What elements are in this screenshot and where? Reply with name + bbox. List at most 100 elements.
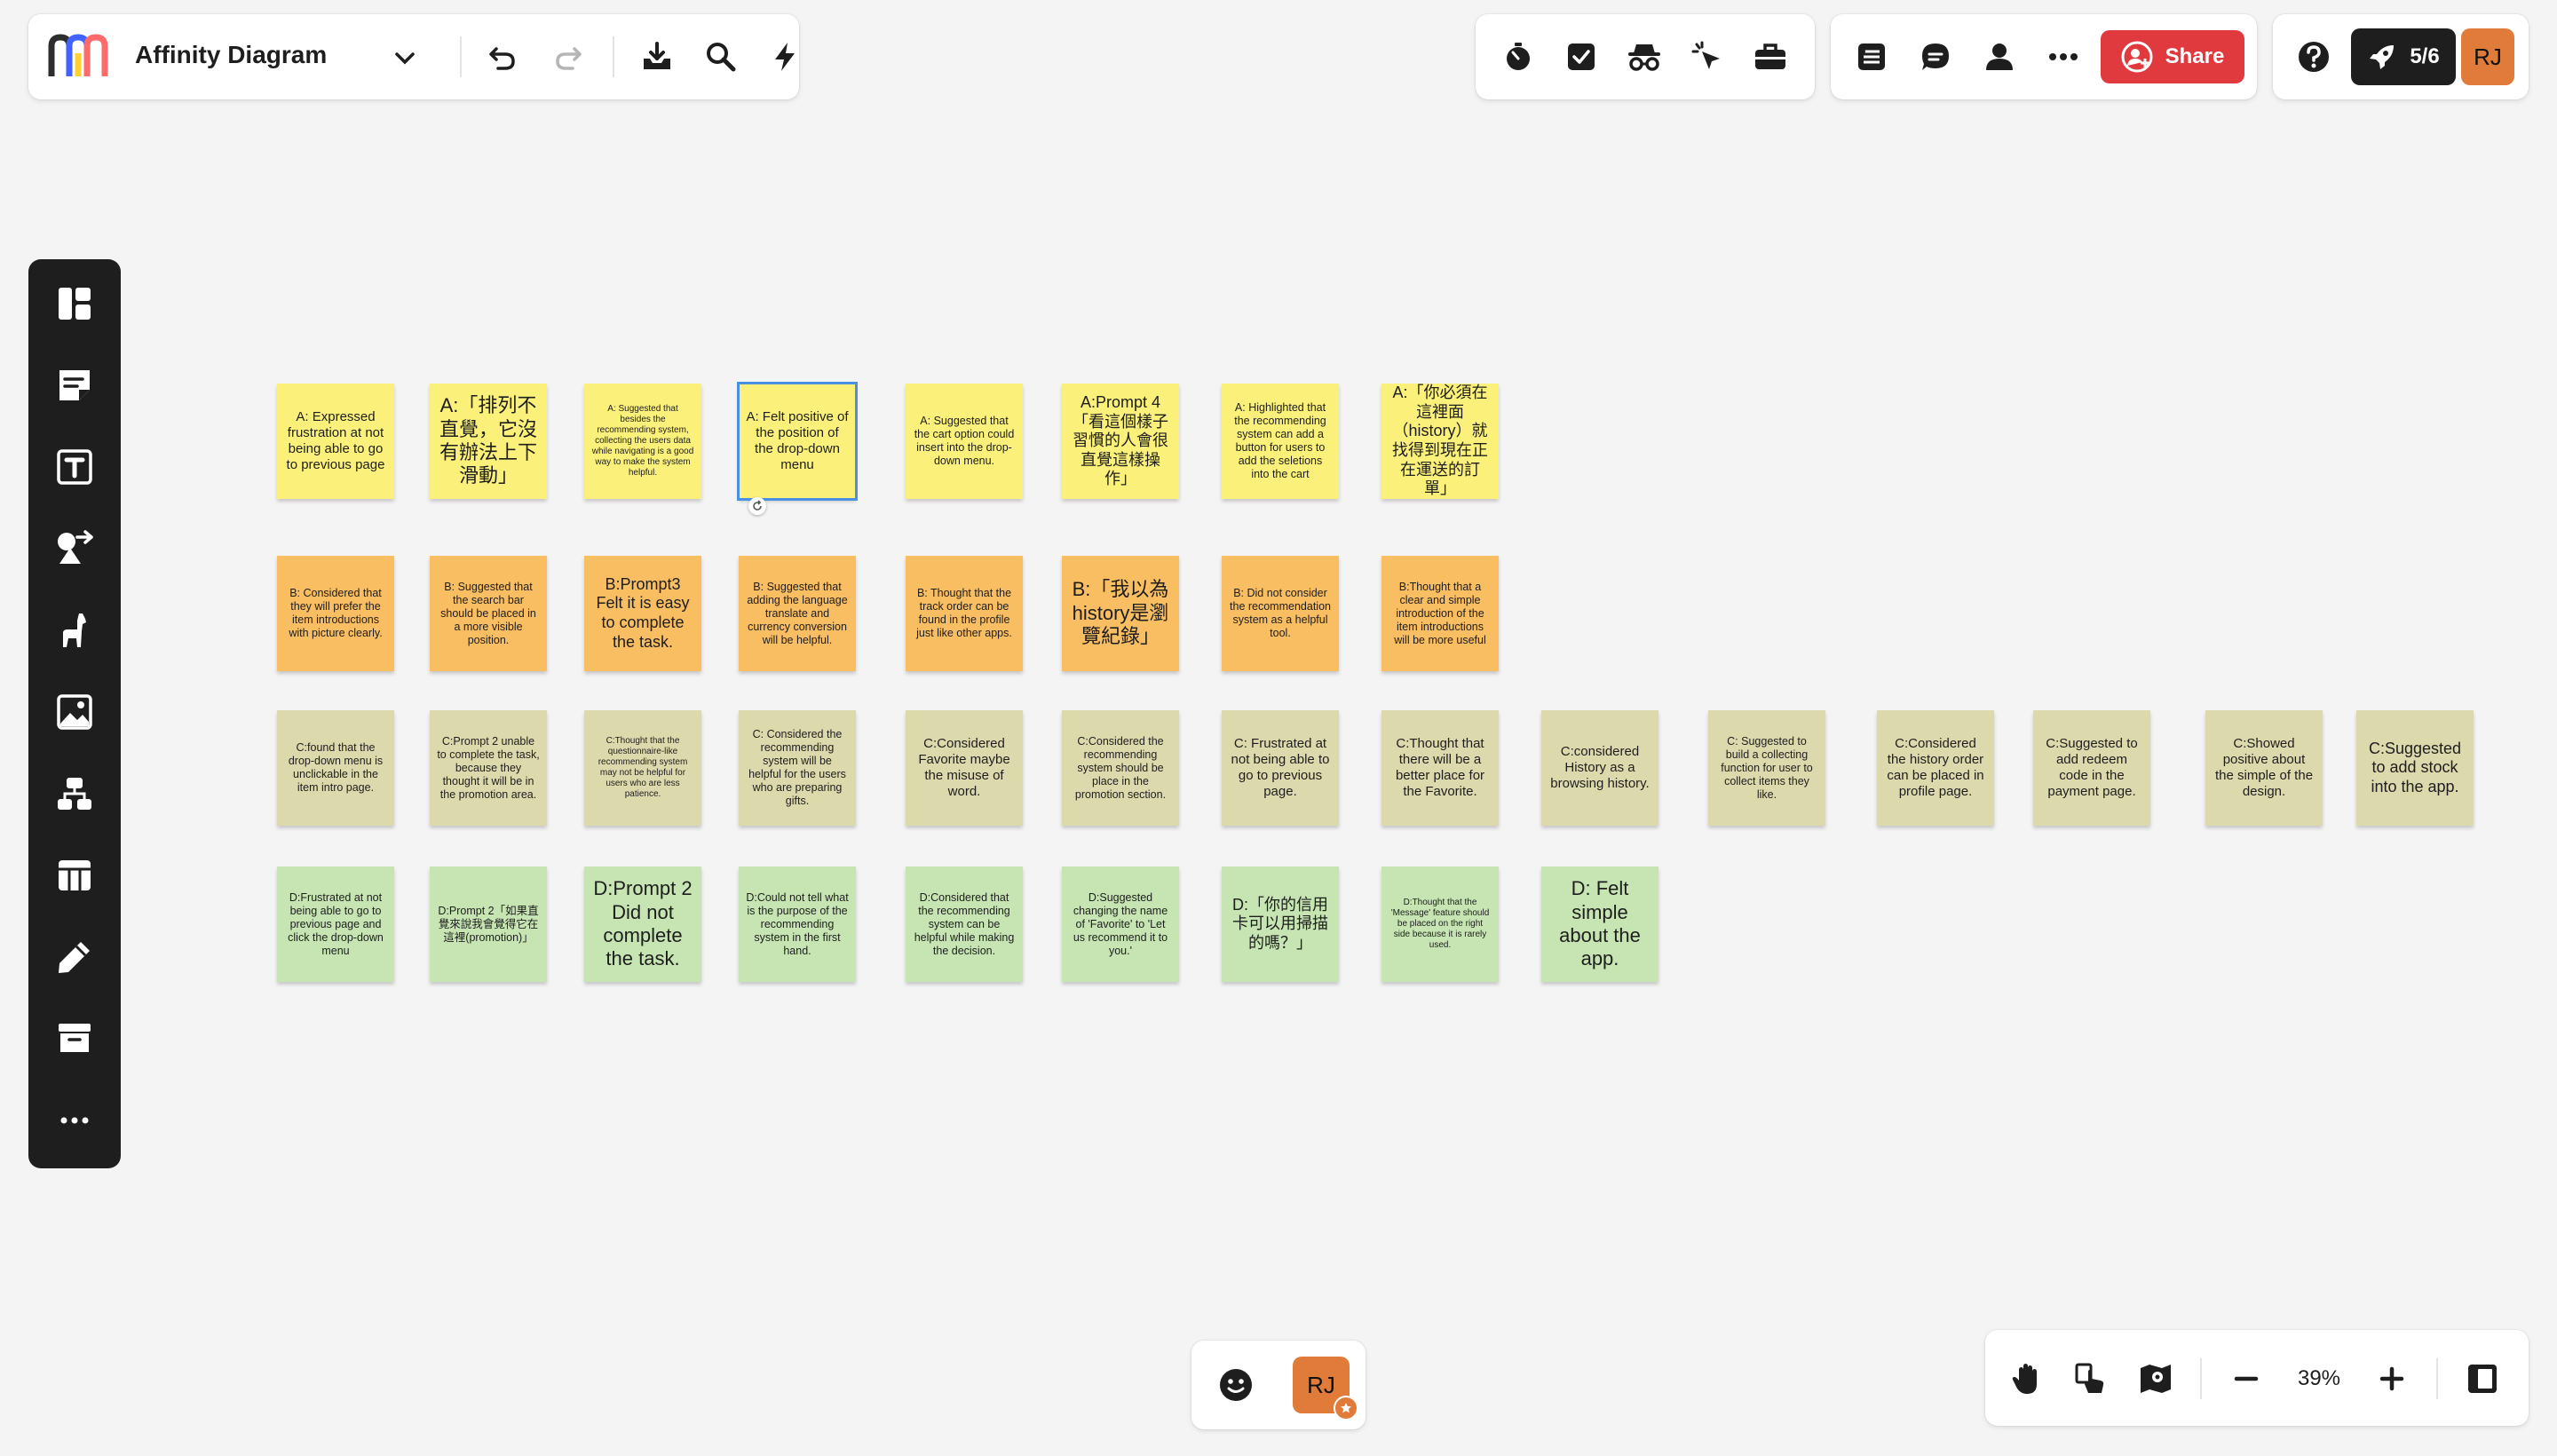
sticky-note[interactable]: A:「排列不直覺，它沒有辦法上下滑動」	[430, 384, 547, 499]
note-text: A: Felt positive of the position of the …	[746, 409, 849, 472]
redo-icon[interactable]	[549, 37, 588, 76]
reaction-smile-icon[interactable]	[1216, 1365, 1255, 1405]
note-text: C:Thought that the questionnaire-like re…	[598, 736, 688, 799]
note-text: B: Considered that they will prefer the …	[289, 587, 383, 639]
launch-counter: 5/6	[2410, 44, 2440, 68]
zoom-level[interactable]: 39%	[2291, 1366, 2347, 1391]
comments-icon[interactable]	[1916, 37, 1955, 76]
llama-icon[interactable]	[53, 609, 96, 652]
sticky-note[interactable]: D:Prompt 2 Did not complete the task.	[584, 866, 701, 982]
sticky-note[interactable]: C:Prompt 2 unable to complete the task, …	[430, 710, 547, 826]
sticky-note[interactable]: C:Considered Favorite maybe the misuse o…	[906, 710, 1023, 826]
private-mode-icon[interactable]	[1625, 37, 1664, 76]
sticky-note[interactable]: D:Thought that the 'Message' feature sho…	[1381, 866, 1499, 982]
mind-map-icon[interactable]	[53, 772, 96, 815]
sticky-note[interactable]: B:「我以為history是瀏覽紀錄」	[1062, 556, 1179, 671]
sticky-note[interactable]: A: Expressed frustration at not being ab…	[277, 384, 394, 499]
chevron-down-icon[interactable]	[394, 51, 416, 66]
sticky-note-selected[interactable]: A: Felt positive of the position of the …	[737, 382, 858, 501]
panel-toggle-icon[interactable]	[2463, 1359, 2502, 1398]
voting-icon[interactable]	[1562, 37, 1601, 76]
sticky-note[interactable]: C:Thought that the questionnaire-like re…	[584, 710, 701, 826]
note-text: B: Suggested that the search bar should …	[440, 580, 536, 646]
board-list-icon[interactable]	[1852, 37, 1891, 76]
sticky-note[interactable]: A: Suggested that besides the recommendi…	[584, 384, 701, 499]
sticky-note[interactable]: D:Suggested changing the name of 'Favori…	[1062, 866, 1179, 982]
undo-icon[interactable]	[483, 37, 522, 76]
share-button[interactable]: Share	[2101, 30, 2244, 83]
sticky-note[interactable]: D:Considered that the recommending syste…	[906, 866, 1023, 982]
rotate-handle-icon[interactable]	[748, 497, 766, 515]
export-icon[interactable]	[637, 37, 677, 76]
note-text: C:Showed positive about the simple of th…	[2214, 736, 2314, 799]
sticky-note[interactable]: B: Did not consider the recommendation s…	[1222, 556, 1339, 671]
launch-button[interactable]: 5/6	[2351, 28, 2456, 85]
help-icon[interactable]	[2294, 37, 2333, 76]
pen-icon[interactable]	[53, 936, 96, 978]
sticky-note[interactable]: D:Could not tell what is the purpose of …	[739, 866, 856, 982]
toolkit-icon[interactable]	[1751, 37, 1790, 76]
attention-cursor-icon[interactable]	[1688, 37, 1727, 76]
note-text: B:Prompt3 Felt it is easy to complete th…	[596, 574, 690, 651]
note-text: B:Thought that a clear and simple introd…	[1394, 580, 1486, 646]
user-icon[interactable]	[1980, 37, 2019, 76]
sticky-note[interactable]: D:「你的信用卡可以用掃描的嗎？」	[1222, 866, 1339, 982]
sticky-note[interactable]: B:Thought that a clear and simple introd…	[1381, 556, 1499, 671]
sticky-note[interactable]: D:Prompt 2「如果直覺來說我會覺得它在這裡(promotion)」	[430, 866, 547, 982]
sticky-note[interactable]: C:found that the drop-down menu is uncli…	[277, 710, 394, 826]
more-tools-icon[interactable]	[53, 1099, 96, 1142]
timer-icon[interactable]	[1499, 37, 1538, 76]
note-text: C:Considered Favorite maybe the misuse o…	[918, 736, 1010, 799]
sticky-note[interactable]: C: Suggested to build a collecting funct…	[1708, 710, 1825, 826]
table-icon[interactable]	[53, 854, 96, 897]
text-icon[interactable]	[53, 446, 96, 488]
lightning-icon[interactable]	[765, 37, 804, 76]
sticky-note[interactable]: A:Prompt 4「看這個樣子習慣的人會很直覺這樣操作」	[1062, 384, 1179, 499]
hand-icon[interactable]	[2008, 1359, 2047, 1398]
navigation-panel: 39%	[1985, 1330, 2529, 1426]
sticky-note[interactable]: B: Thought that the track order can be f…	[906, 556, 1023, 671]
sticky-note[interactable]: D: Felt simple about the app.	[1541, 866, 1658, 982]
zoom-in-icon[interactable]	[2372, 1359, 2411, 1398]
sticky-note[interactable]: A: Highlighted that the recommending sys…	[1222, 384, 1339, 499]
sticky-note[interactable]: C:Considered the recommending system sho…	[1062, 710, 1179, 826]
sticky-note[interactable]: C:Suggested to add stock into the app.	[2356, 710, 2474, 826]
divider	[2436, 1358, 2438, 1399]
sticky-note[interactable]: B:Prompt3 Felt it is easy to complete th…	[584, 556, 701, 671]
sticky-note[interactable]: A:「你必須在這裡面（history）就找得到現在正在運送的訂單」	[1381, 384, 1499, 499]
more-options-icon[interactable]	[2044, 37, 2083, 76]
miro-logo-icon[interactable]	[48, 34, 110, 80]
sticky-note-icon[interactable]	[53, 364, 96, 407]
sticky-note[interactable]: C:Suggested to add redeem code in the pa…	[2033, 710, 2150, 826]
note-text: C:considered History as a browsing histo…	[1550, 744, 1650, 791]
note-text: C: Suggested to build a collecting funct…	[1721, 734, 1813, 801]
star-icon	[1334, 1396, 1358, 1420]
sticky-note[interactable]: C: Considered the recommending system wi…	[739, 710, 856, 826]
note-text: B: Did not consider the recommendation s…	[1230, 587, 1331, 639]
map-icon[interactable]	[2136, 1359, 2175, 1398]
sticky-note[interactable]: D:Frustrated at not being able to go to …	[277, 866, 394, 982]
note-text: C:Suggested to add stock into the app.	[2368, 739, 2462, 795]
sticky-note[interactable]: C:considered History as a browsing histo…	[1541, 710, 1658, 826]
sticky-note[interactable]: C:Showed positive about the simple of th…	[2205, 710, 2323, 826]
frame-icon[interactable]	[53, 1017, 96, 1060]
reactions-panel: RJ	[1191, 1341, 1366, 1429]
sticky-note[interactable]: B: Considered that they will prefer the …	[277, 556, 394, 671]
sticky-note[interactable]: B: Suggested that the search bar should …	[430, 556, 547, 671]
templates-icon[interactable]	[53, 282, 96, 325]
note-text: C:Suggested to add redeem code in the pa…	[2046, 736, 2138, 799]
sticky-note[interactable]: C: Frustrated at not being able to go to…	[1222, 710, 1339, 826]
sticky-note[interactable]: B: Suggested that adding the language tr…	[739, 556, 856, 671]
sticky-note[interactable]: C:Thought that there will be a better pl…	[1381, 710, 1499, 826]
note-text: C: Frustrated at not being able to go to…	[1231, 736, 1330, 799]
image-icon[interactable]	[53, 691, 96, 733]
sticky-note[interactable]: C:Considered the history order can be pl…	[1877, 710, 1994, 826]
shapes-icon[interactable]	[53, 527, 96, 570]
touch-gesture-icon[interactable]	[2072, 1359, 2111, 1398]
search-icon[interactable]	[701, 37, 740, 76]
sticky-note[interactable]: A: Suggested that the cart option could …	[906, 384, 1023, 499]
board-title[interactable]: Affinity Diagram	[135, 41, 327, 69]
avatar[interactable]: RJ	[2461, 28, 2514, 85]
rocket-icon	[2367, 42, 2397, 72]
zoom-out-icon[interactable]	[2227, 1359, 2266, 1398]
